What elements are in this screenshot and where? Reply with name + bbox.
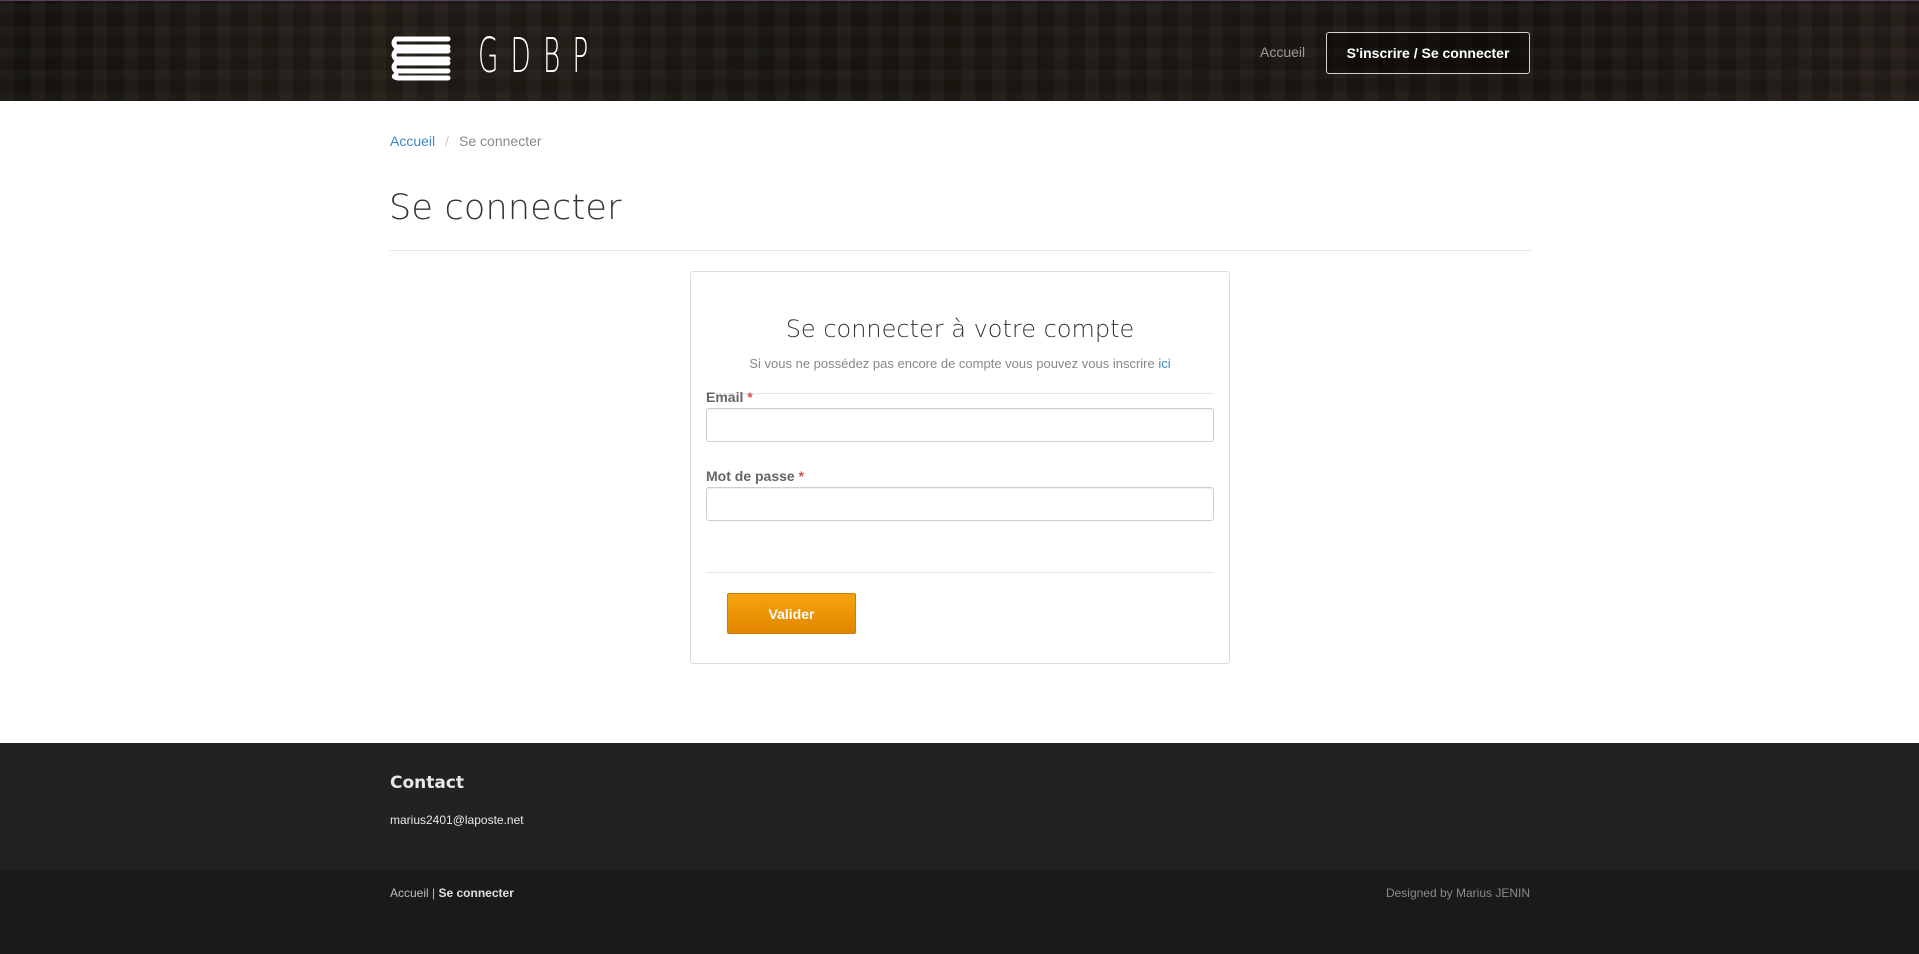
header-background [0, 1, 1919, 101]
required-marker: * [747, 389, 753, 405]
breadcrumb-current: Se connecter [459, 133, 542, 149]
login-panel-subtitle: Si vous ne possédez pas encore de compte… [691, 356, 1229, 371]
breadcrumb-home-link[interactable]: Accueil [390, 133, 435, 149]
breadcrumb-separator: / [445, 133, 450, 149]
page-title: Se connecter [389, 188, 622, 228]
nav-home-link[interactable]: Accueil [1260, 44, 1305, 60]
footer-home-link[interactable]: Accueil [390, 886, 429, 900]
password-label-text: Mot de passe [706, 468, 795, 484]
signup-login-button[interactable]: S'inscrire / Se connecter [1326, 32, 1530, 74]
email-label: Email * [706, 389, 753, 405]
submit-button[interactable]: Valider [727, 593, 856, 634]
contact-title: Contact [390, 773, 465, 793]
email-label-text: Email [706, 389, 744, 405]
signup-hint-text: Si vous ne possédez pas encore de compte… [749, 356, 1155, 371]
required-marker: * [798, 468, 805, 484]
contact-email[interactable]: marius2401@laposte.net [390, 813, 524, 827]
email-field[interactable] [706, 408, 1214, 442]
site-logo[interactable]: GDBP [390, 29, 701, 83]
footer-bottom-bar: Accueil | Se connecter Designed by Mariu… [0, 870, 1919, 954]
footer-contact-section: Contact marius2401@laposte.net [0, 743, 1919, 870]
footer-nav-separator: | [432, 886, 436, 900]
panel-divider-top [706, 393, 1214, 394]
stacked-books-icon [391, 36, 451, 81]
panel-divider-bottom [706, 572, 1214, 573]
footer-nav: Accueil | Se connecter [390, 886, 514, 900]
password-label: Mot de passe * [706, 468, 804, 484]
breadcrumb: Accueil / Se connecter [390, 133, 542, 149]
site-header: GDBP Accueil S'inscrire / Se connecter [0, 0, 1919, 101]
footer-credit: Designed by Marius JENIN [1385, 886, 1530, 900]
login-panel: Se connecter à votre compte Si vous ne p… [690, 271, 1230, 664]
password-field[interactable] [706, 487, 1214, 521]
title-divider [390, 250, 1531, 251]
login-panel-title: Se connecter à votre compte [785, 315, 1135, 343]
signup-link[interactable]: ici [1158, 356, 1170, 371]
logo-text: GDBP [478, 28, 601, 84]
footer-current-link[interactable]: Se connecter [439, 886, 514, 900]
